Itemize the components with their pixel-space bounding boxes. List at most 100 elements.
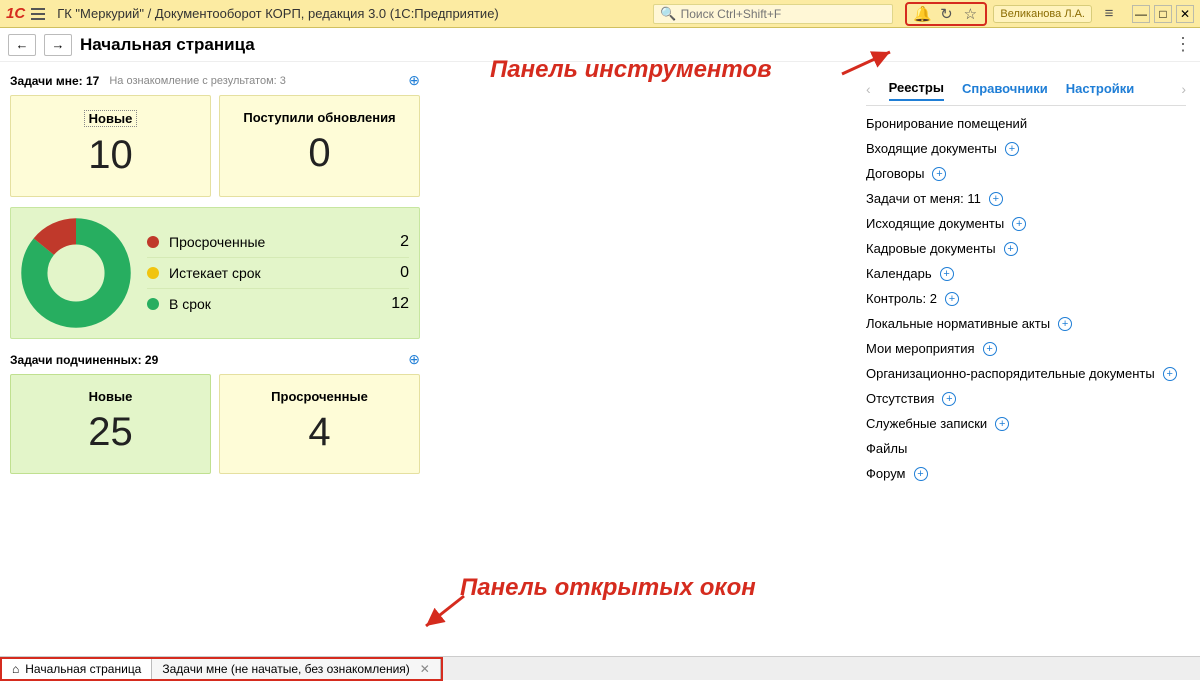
settings-bars-icon[interactable]: ≡ (1098, 3, 1120, 25)
tile-sub-overdue[interactable]: Просроченные 4 (219, 374, 420, 474)
add-task-icon[interactable]: ⊕ (408, 72, 420, 89)
legend-label: Истекает срок (169, 265, 379, 281)
tabs-row: ‹ Реестры Справочники Настройки › (866, 72, 1186, 106)
registry-item[interactable]: Исходящие документы + (866, 216, 1186, 231)
registry-label: Бронирование помещений (866, 116, 1027, 131)
registry-item[interactable]: Локальные нормативные акты + (866, 316, 1186, 331)
registry-item[interactable]: Файлы (866, 441, 1186, 456)
plus-icon[interactable]: + (1058, 317, 1072, 331)
hamburger-icon[interactable] (31, 8, 45, 20)
chevron-right-icon[interactable]: › (1181, 81, 1186, 97)
tile-updates[interactable]: Поступили обновления 0 (219, 95, 420, 197)
registry-label: Исходящие документы (866, 216, 1004, 231)
user-badge[interactable]: Великанова Л.А. (993, 5, 1092, 23)
forward-button[interactable]: → (44, 34, 72, 56)
window-tab-tasks[interactable]: Задачи мне (не начатые, без ознакомления… (152, 659, 441, 679)
plus-icon[interactable]: + (914, 467, 928, 481)
open-windows-bar: ⌂ Начальная страница Задачи мне (не нача… (0, 656, 1200, 680)
back-button[interactable]: ← (8, 34, 36, 56)
window-buttons: — □ ✕ (1132, 5, 1194, 23)
page-title: Начальная страница (80, 35, 255, 55)
legend-row[interactable]: Истекает срок0 (147, 258, 409, 289)
minimize-button[interactable]: — (1132, 5, 1150, 23)
bell-icon[interactable]: 🔔 (911, 3, 933, 25)
close-icon[interactable]: ✕ (420, 662, 430, 676)
registry-panel: ‹ Реестры Справочники Настройки › Бронир… (866, 72, 1186, 481)
registry-item[interactable]: Организационно-распорядительные документ… (866, 366, 1186, 381)
legend-value: 2 (379, 233, 409, 251)
plus-icon[interactable]: + (1004, 242, 1018, 256)
chevron-left-icon[interactable]: ‹ (866, 81, 871, 97)
status-card: Просроченные2Истекает срок0В срок12 (10, 207, 420, 339)
legend-label: Просроченные (169, 234, 379, 250)
registry-label: Кадровые документы (866, 241, 996, 256)
registry-label: Локальные нормативные акты (866, 316, 1050, 331)
home-icon: ⌂ (12, 662, 19, 676)
plus-icon[interactable]: + (1012, 217, 1026, 231)
history-icon[interactable]: ↻ (935, 3, 957, 25)
registry-label: Договоры (866, 166, 924, 181)
titlebar: 1C ГК "Меркурий" / Документооборот КОРП,… (0, 0, 1200, 28)
registry-item[interactable]: Бронирование помещений (866, 116, 1186, 131)
tab-settings[interactable]: Настройки (1066, 77, 1135, 100)
tab-references[interactable]: Справочники (962, 77, 1048, 100)
dot-icon (147, 298, 159, 310)
tasks-sub-header: Задачи подчиненных: 29 ⊕ (10, 351, 420, 368)
windows-highlight: ⌂ Начальная страница Задачи мне (не нача… (0, 657, 443, 681)
maximize-button[interactable]: □ (1154, 5, 1172, 23)
callout-windows: Панель открытых окон (460, 574, 756, 602)
window-tab-home[interactable]: ⌂ Начальная страница (2, 659, 152, 679)
registry-item[interactable]: Задачи от меня: 11 + (866, 191, 1186, 206)
registry-item[interactable]: Служебные записки + (866, 416, 1186, 431)
callout-toolbar: Панель инструментов (490, 56, 772, 84)
tab-registries[interactable]: Реестры (889, 76, 944, 101)
plus-icon[interactable]: + (1163, 367, 1177, 381)
right-column: Панель инструментов ‹ Реестры Справочник… (430, 62, 1200, 650)
app-title: ГК "Меркурий" / Документооборот КОРП, ре… (57, 6, 499, 21)
legend-value: 0 (379, 264, 409, 282)
registry-label: Служебные записки (866, 416, 987, 431)
registry-item[interactable]: Отсутствия+ (866, 391, 1186, 406)
registry-label: Организационно-распорядительные документ… (866, 366, 1155, 381)
registry-item[interactable]: Форум + (866, 466, 1186, 481)
kebab-icon[interactable]: ⋮ (1174, 34, 1192, 55)
status-legend: Просроченные2Истекает срок0В срок12 (147, 227, 409, 319)
left-column: Задачи мне: 17 На ознакомление с результ… (0, 62, 430, 650)
tile-sub-new[interactable]: Новые 25 (10, 374, 211, 474)
legend-value: 12 (379, 295, 409, 313)
tile-new[interactable]: Новые 10 (10, 95, 211, 197)
dot-icon (147, 236, 159, 248)
registry-item[interactable]: Кадровые документы + (866, 241, 1186, 256)
registry-label: Задачи от меня: 11 (866, 191, 981, 206)
registry-item[interactable]: Входящие документы + (866, 141, 1186, 156)
donut-chart (21, 218, 131, 328)
plus-icon[interactable]: + (995, 417, 1009, 431)
plus-icon[interactable]: + (940, 267, 954, 281)
legend-row[interactable]: Просроченные2 (147, 227, 409, 258)
registry-item[interactable]: Договоры + (866, 166, 1186, 181)
dot-icon (147, 267, 159, 279)
add-sub-task-icon[interactable]: ⊕ (408, 351, 420, 368)
toolbar-highlight: 🔔 ↻ ☆ (905, 2, 987, 26)
plus-icon[interactable]: + (989, 192, 1003, 206)
star-icon[interactable]: ☆ (959, 3, 981, 25)
close-button[interactable]: ✕ (1176, 5, 1194, 23)
legend-row[interactable]: В срок12 (147, 289, 409, 319)
registry-label: Мои мероприятия (866, 341, 975, 356)
plus-icon[interactable]: + (945, 292, 959, 306)
registry-label: Входящие документы (866, 141, 997, 156)
plus-icon[interactable]: + (942, 392, 956, 406)
registry-label: Форум (866, 466, 906, 481)
registry-label: Календарь (866, 266, 932, 281)
search-icon: 🔍 (660, 6, 676, 22)
plus-icon[interactable]: + (1005, 142, 1019, 156)
logo-1c: 1C (6, 5, 25, 22)
registry-item[interactable]: Контроль: 2+ (866, 291, 1186, 306)
search-input[interactable] (681, 7, 887, 21)
tasks-me-header: Задачи мне: 17 На ознакомление с результ… (10, 72, 420, 89)
plus-icon[interactable]: + (983, 342, 997, 356)
registry-item[interactable]: Календарь + (866, 266, 1186, 281)
search-box[interactable]: 🔍 (653, 4, 893, 24)
plus-icon[interactable]: + (932, 167, 946, 181)
registry-item[interactable]: Мои мероприятия + (866, 341, 1186, 356)
